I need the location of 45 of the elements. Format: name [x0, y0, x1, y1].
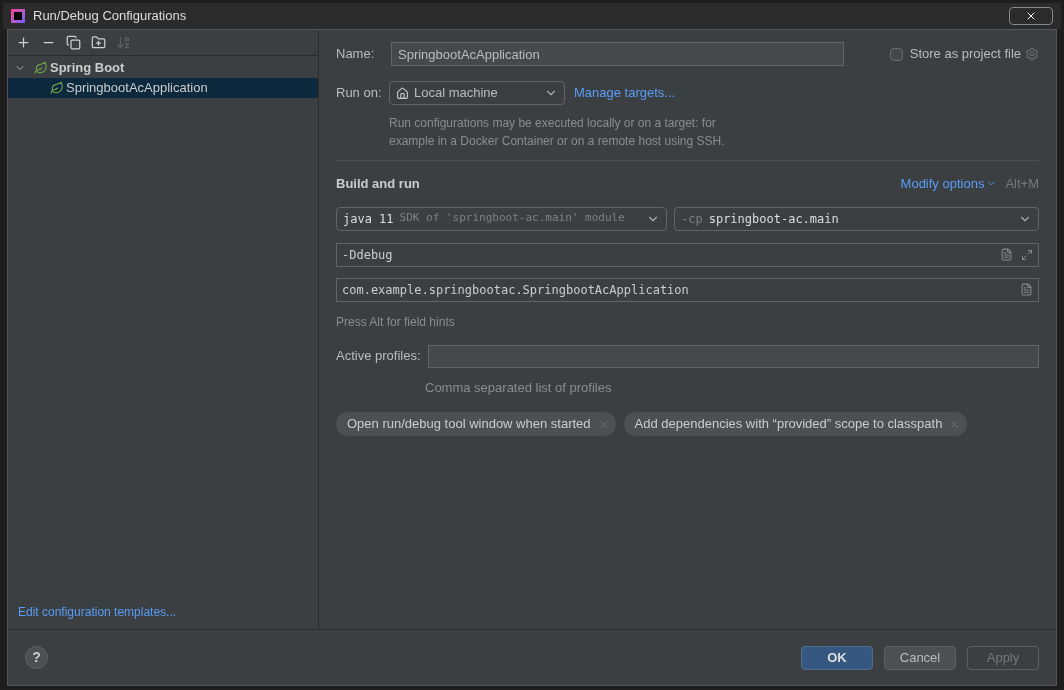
document-icon[interactable] [1000, 248, 1013, 261]
close-icon [1025, 10, 1037, 22]
run-on-dropdown[interactable]: Local machine [389, 81, 565, 105]
sdk-detail: SDK of 'springboot-ac.main' module [399, 210, 625, 227]
window-title: Run/Debug Configurations [33, 7, 187, 26]
modify-options-link[interactable]: Modify options [900, 174, 998, 194]
active-profiles-label: Active profiles: [336, 347, 422, 366]
edit-templates-link[interactable]: Edit configuration templates... [8, 603, 318, 629]
option-chip[interactable]: Open run/debug tool window when started [336, 412, 616, 436]
leaf-icon [50, 81, 64, 95]
checkbox-label: Store as project file [909, 45, 1021, 64]
manage-targets-link[interactable]: Manage targets... [574, 83, 676, 103]
app-logo-icon [11, 9, 25, 23]
leaf-icon [34, 61, 48, 75]
classpath-value: springboot-ac.main [708, 210, 839, 228]
classpath-prefix: -cp [681, 210, 703, 228]
field-hint: Press Alt for field hints [336, 313, 456, 331]
shortcut-hint: Alt+M [1005, 175, 1039, 193]
expand-icon[interactable] [1021, 248, 1033, 261]
sdk-name: java 11 [343, 210, 394, 228]
run-on-hint: Run configurations may be executed locally or on a target: for example in a Docker Container or on a remote host using SSH. [389, 115, 726, 150]
classpath-dropdown[interactable]: -cp springboot-ac.main [674, 206, 1039, 231]
name-label: Name: [336, 45, 376, 64]
dialog-button[interactable]: OK [801, 645, 873, 670]
close-icon[interactable] [949, 418, 961, 430]
tree-item[interactable]: Spring Boot [8, 58, 318, 78]
settings-icon[interactable] [1025, 47, 1039, 61]
sdk-dropdown[interactable]: java 11 SDK of 'springboot-ac.main' module [336, 206, 667, 231]
tree-item[interactable]: SpringbootAcApplication [8, 78, 318, 98]
run-on-label: Run on: [336, 84, 383, 103]
vm-options-field[interactable]: -Ddebug [336, 242, 1039, 267]
help-button[interactable]: ? [25, 646, 48, 669]
add-icon[interactable] [16, 35, 31, 50]
dialog-button[interactable]: Cancel [884, 645, 956, 670]
folder-add-icon[interactable] [91, 35, 106, 50]
copy-icon[interactable] [66, 35, 81, 50]
document-icon[interactable] [1020, 283, 1033, 296]
option-chip[interactable]: Add dependencies with “provided” scope to classpath [623, 412, 968, 436]
close-icon[interactable] [597, 418, 609, 430]
close-button[interactable] [1009, 7, 1053, 25]
main-class-field[interactable]: com.example.springbootac.SpringbootAcApplication [336, 277, 1039, 302]
section-title: Build and run [336, 175, 420, 193]
name-field[interactable]: SpringbootAcApplication [391, 42, 844, 66]
home-icon [396, 86, 409, 100]
active-profiles-hint: Comma separated list of profiles [425, 378, 613, 397]
